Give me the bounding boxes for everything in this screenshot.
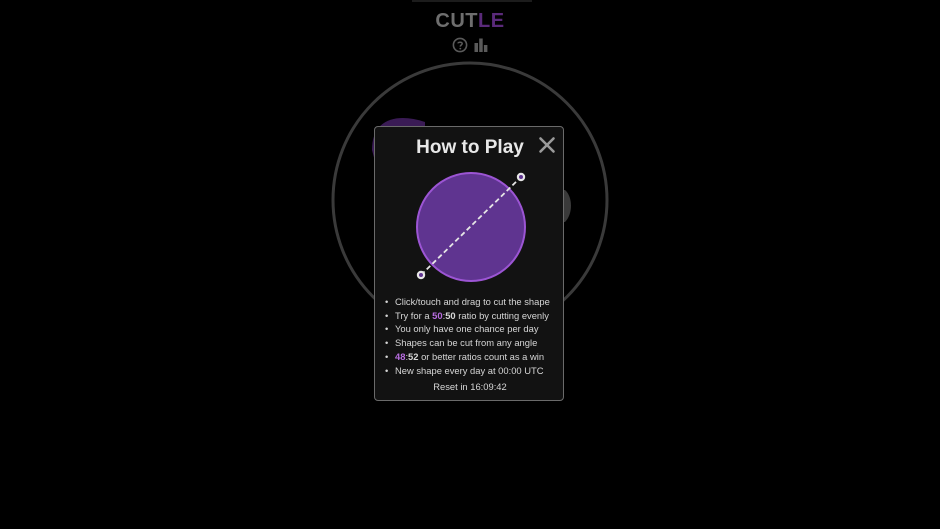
rule-item: • 48:52 or better ratios count as a win (385, 350, 561, 364)
rule-bullet: • (385, 323, 389, 335)
rule-item: • Shapes can be cut from any angle (385, 336, 561, 350)
rule-bullet: • (385, 309, 389, 321)
rule-text: 50 (445, 309, 456, 321)
rule-bullet: • (385, 337, 389, 349)
rule-bullet: • (385, 364, 389, 376)
rules-list: • Click/touch and drag to cut the shape • T… (385, 295, 561, 377)
how-to-play-modal: How to Play • Click/touch and drag to cut… (374, 126, 564, 401)
rule-text: Shapes can be cut from any angle (395, 337, 538, 349)
rule-text: 52 (408, 350, 419, 362)
rule-text: You only have one chance per day (395, 323, 539, 335)
rule-text: ratio by cutting evenly (455, 309, 549, 321)
rule-text: Try for a (395, 309, 433, 321)
close-icon (539, 137, 555, 153)
rule-bullet: • (385, 296, 389, 307)
reset-countdown: Reset in 16:09:42 (433, 381, 507, 392)
rule-item: • Click/touch and drag to cut the shape (385, 295, 561, 309)
demo-cut-handle-start (416, 270, 426, 280)
rule-item: • New shape every day at 00:00 UTC (385, 364, 561, 378)
rule-bullet: • (385, 350, 389, 362)
game-screen: CUTLE How to Play • Click/touch and drag… (0, 0, 940, 529)
modal-title: How to Play (416, 137, 524, 158)
rule-text: 48 (395, 350, 406, 362)
demo-cut-handle-end (516, 172, 526, 182)
rule-text: 50 (432, 309, 443, 321)
rule-text: Click/touch and drag to cut the shape (395, 296, 550, 307)
rule-text: New shape every day at 00:00 UTC (395, 364, 544, 376)
rule-text: or better ratios count as a win (418, 350, 545, 362)
rule-item: • You only have one chance per day (385, 322, 561, 336)
close-button[interactable] (538, 136, 556, 154)
rule-item: • Try for a 50:50 ratio by cutting evenly (385, 309, 561, 323)
demo-illustration (416, 172, 526, 282)
